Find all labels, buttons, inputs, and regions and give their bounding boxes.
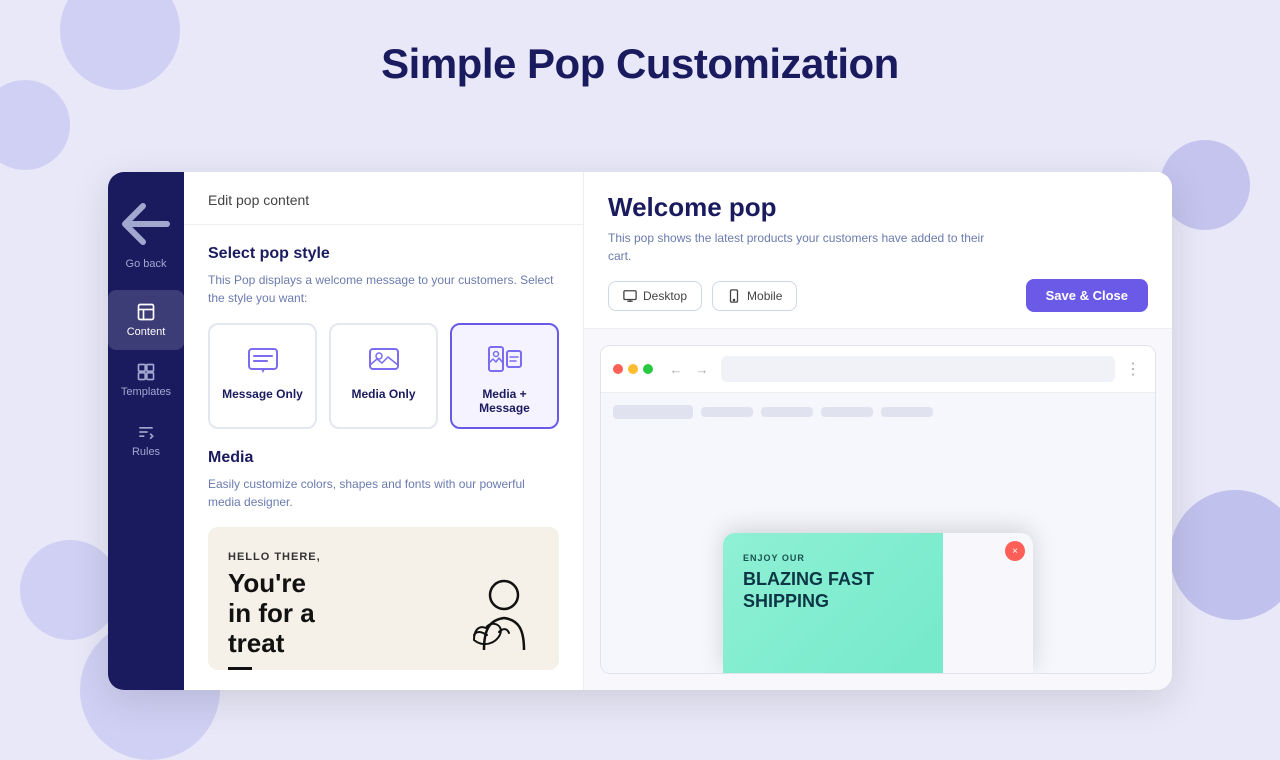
sidebar: Go back Content Templates [108,172,184,690]
header-actions: Desktop Mobile Save & Close [608,279,1148,312]
desktop-icon [623,289,637,303]
right-panel-header: Welcome pop This pop shows the latest pr… [584,172,1172,329]
media-preview: HELLO THERE, You're in for a treat [208,527,559,670]
media-message-label: Media + Message [464,387,545,415]
mobile-icon [727,289,741,303]
browser-dots [613,364,653,374]
app-container: Go back Content Templates [108,172,1172,690]
desktop-label: Desktop [643,289,687,303]
style-card-media-message[interactable]: Media + Message [450,323,559,429]
browser-menu-icon: ⋮ [1123,359,1143,379]
edit-pop-content-label: Edit pop content [208,192,309,208]
style-card-message-only[interactable]: Message Only [208,323,317,429]
browser-minimize-dot [628,364,638,374]
page-title: Simple Pop Customization [0,40,1280,88]
bg-decoration [1160,140,1250,230]
sidebar-templates-label: Templates [121,386,171,398]
browser-forward-button[interactable]: → [691,358,713,380]
pop-style-desc: This Pop displays a welcome message to y… [208,271,559,307]
bg-decoration [1170,490,1280,620]
browser-nav: ← → [665,358,713,380]
rules-icon [136,422,156,442]
media-message-icon [487,341,523,377]
sidebar-item-rules[interactable]: Rules [108,410,184,470]
right-panel: Welcome pop This pop shows the latest pr… [584,172,1172,690]
mobile-view-button[interactable]: Mobile [712,281,797,311]
mobile-label: Mobile [747,289,782,303]
sidebar-item-templates[interactable]: Templates [108,350,184,410]
desktop-view-button[interactable]: Desktop [608,281,702,311]
back-arrow-icon [116,194,176,254]
welcome-desc: This pop shows the latest products your … [608,229,988,265]
skeleton-nav-4 [881,407,933,417]
media-title: Media [208,449,559,467]
sidebar-item-content[interactable]: Content [108,290,184,350]
left-panel: Edit pop content Select pop style This P… [184,172,584,690]
save-close-button[interactable]: Save & Close [1026,279,1148,312]
message-only-label: Message Only [222,387,303,401]
media-only-label: Media Only [351,387,415,401]
popup-close-button[interactable]: × [1005,541,1025,561]
browser-back-button[interactable]: ← [665,358,687,380]
popup-overlay: × ENJOY OUR BLAZING FAST SHIPPING [723,533,1033,673]
skeleton-nav-2 [761,407,813,417]
go-back-button[interactable]: Go back [108,182,184,282]
page-title-area: Simple Pop Customization [0,0,1280,118]
style-card-media-only[interactable]: Media Only [329,323,438,429]
media-hello-text: HELLO THERE, [228,551,539,563]
message-only-icon [245,341,281,377]
left-panel-header: Edit pop content [184,172,583,225]
go-back-label: Go back [126,258,167,270]
pop-style-section: Select pop style This Pop displays a wel… [184,225,583,449]
sidebar-content-label: Content [127,326,166,338]
skeleton-nav [613,405,1143,419]
templates-icon [136,362,156,382]
bg-decoration [20,540,120,640]
skeleton-nav-3 [821,407,873,417]
browser-content: × ENJOY OUR BLAZING FAST SHIPPING [601,393,1155,673]
media-figure [449,570,539,670]
browser-mockup: ← → ⋮ [600,345,1156,674]
close-icon: × [1012,546,1018,557]
skeleton-logo [613,405,693,419]
welcome-title: Welcome pop [608,192,1148,223]
media-desc: Easily customize colors, shapes and font… [208,475,559,511]
pop-style-title: Select pop style [208,245,559,263]
media-dash [228,667,252,670]
browser-close-dot [613,364,623,374]
content-icon [136,302,156,322]
browser-address-bar[interactable] [721,356,1115,382]
media-only-icon [366,341,402,377]
style-cards-container: Message Only Media Only [208,323,559,429]
browser-bar: ← → ⋮ [601,346,1155,393]
page-skeleton [601,393,1155,441]
browser-maximize-dot [643,364,653,374]
skeleton-nav-1 [701,407,753,417]
sidebar-rules-label: Rules [132,446,160,458]
media-section: Media Easily customize colors, shapes an… [184,449,583,690]
